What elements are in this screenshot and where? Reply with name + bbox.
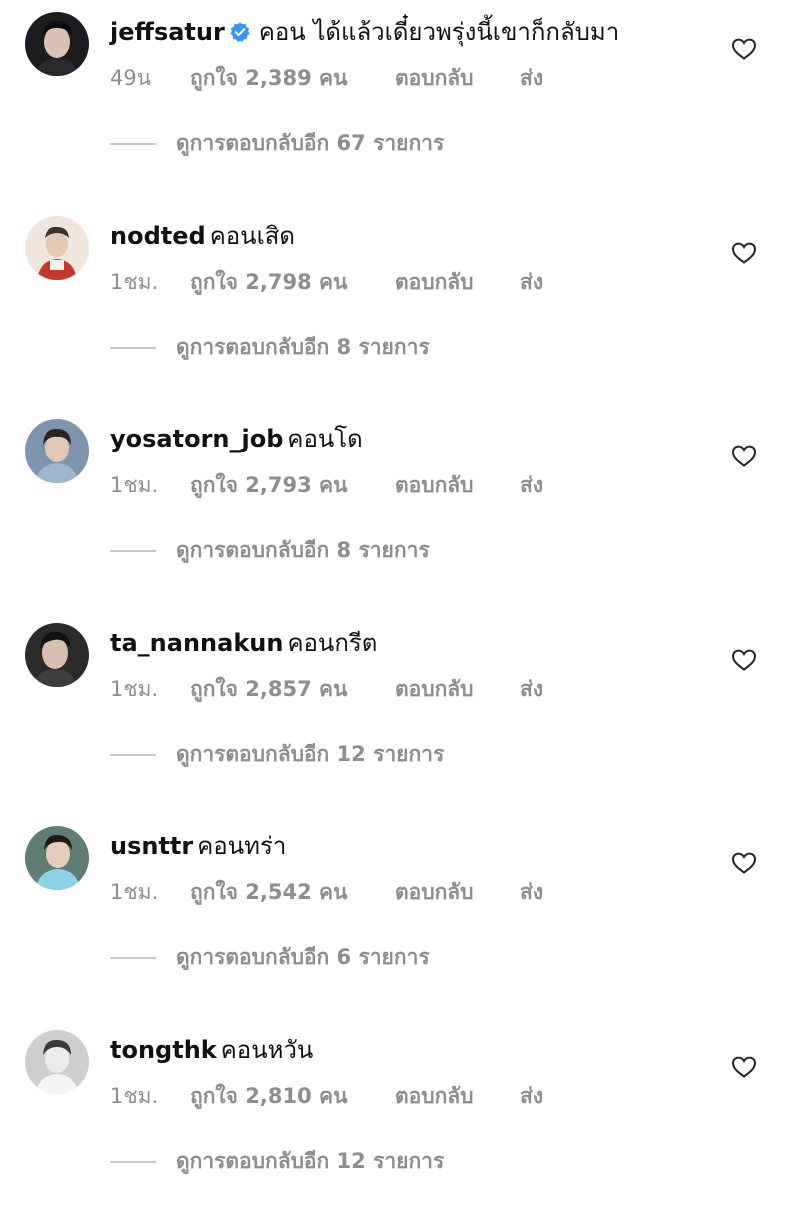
view-replies-label: ดูการตอบกลับอีก 67 รายการ	[176, 131, 445, 155]
comment-username[interactable]: usnttr	[110, 832, 193, 860]
like-count[interactable]: ถูกใจ 2,857 คน	[190, 674, 347, 704]
replies-divider	[110, 957, 156, 959]
heart-outline-icon[interactable]	[731, 241, 757, 265]
send-button[interactable]: ส่ง	[520, 1081, 543, 1111]
heart-outline-icon[interactable]	[731, 444, 757, 468]
view-replies-button[interactable]: ดูการตอบกลับอีก 8 รายการ	[110, 535, 430, 565]
comment-line: yosatorn_job คอนโด	[110, 421, 363, 457]
comment-text: คอนกรีต	[287, 629, 378, 657]
like-count[interactable]: ถูกใจ 2,810 คน	[190, 1081, 347, 1111]
comment-item: usnttr คอนทร่า 1ชม. ถูกใจ 2,542 คน ตอบกลั…	[0, 814, 802, 1018]
avatar[interactable]	[25, 623, 89, 687]
comment-text: คอนหวัน	[220, 1036, 314, 1064]
comment-item: tongthk คอนหวัน 1ชม. ถูกใจ 2,810 คน ตอบกล…	[0, 1018, 802, 1222]
comment-text: คอนทร่า	[197, 832, 287, 860]
like-count[interactable]: ถูกใจ 2,793 คน	[190, 470, 347, 500]
view-replies-button[interactable]: ดูการตอบกลับอีก 8 รายการ	[110, 332, 430, 362]
comment-time: 1ชม.	[110, 270, 159, 294]
view-replies-button[interactable]: ดูการตอบกลับอีก 67 รายการ	[110, 128, 444, 158]
view-replies-button[interactable]: ดูการตอบกลับอีก 12 รายการ	[110, 739, 444, 769]
heart-outline-icon[interactable]	[731, 37, 757, 61]
send-button[interactable]: ส่ง	[520, 674, 543, 704]
comment-username[interactable]: jeffsatur	[110, 18, 225, 46]
comment-list: jeffsatur คอน ได้แล้วเดี๋ยวพรุ่งนี้เขาก็ก…	[0, 0, 802, 1200]
reply-button[interactable]: ตอบกลับ	[395, 877, 474, 907]
comment-time: 1ชม.	[110, 880, 159, 904]
reply-button[interactable]: ตอบกลับ	[395, 674, 474, 704]
comment-time: 1ชม.	[110, 677, 159, 701]
send-button[interactable]: ส่ง	[520, 877, 543, 907]
heart-outline-icon[interactable]	[731, 648, 757, 672]
comment-line: nodted คอนเสิด	[110, 218, 295, 254]
reply-button[interactable]: ตอบกลับ	[395, 470, 474, 500]
comment-line: ta_nannakun คอนกรีต	[110, 625, 377, 661]
avatar[interactable]	[25, 1030, 89, 1094]
comment-line: jeffsatur คอน ได้แล้วเดี๋ยวพรุ่งนี้เขาก็ก…	[110, 14, 619, 50]
like-count[interactable]: ถูกใจ 2,389 คน	[190, 63, 347, 93]
view-replies-label: ดูการตอบกลับอีก 8 รายการ	[176, 335, 430, 359]
comment-text: คอนโด	[287, 425, 363, 453]
avatar[interactable]	[25, 826, 89, 890]
send-button[interactable]: ส่ง	[520, 63, 543, 93]
comment-item: ta_nannakun คอนกรีต 1ชม. ถูกใจ 2,857 คน ต…	[0, 611, 802, 815]
like-count[interactable]: ถูกใจ 2,798 คน	[190, 267, 347, 297]
view-replies-label: ดูการตอบกลับอีก 6 รายการ	[176, 945, 430, 969]
avatar[interactable]	[25, 216, 89, 280]
reply-button[interactable]: ตอบกลับ	[395, 63, 474, 93]
avatar[interactable]	[25, 12, 89, 76]
like-count[interactable]: ถูกใจ 2,542 คน	[190, 877, 347, 907]
comment-item: yosatorn_job คอนโด 1ชม. ถูกใจ 2,793 คน ตอ…	[0, 407, 802, 611]
replies-divider	[110, 550, 156, 552]
view-replies-label: ดูการตอบกลับอีก 12 รายการ	[176, 742, 445, 766]
comment-line: tongthk คอนหวัน	[110, 1032, 313, 1068]
comment-item: jeffsatur คอน ได้แล้วเดี๋ยวพรุ่งนี้เขาก็ก…	[0, 0, 802, 204]
view-replies-label: ดูการตอบกลับอีก 12 รายการ	[176, 1149, 445, 1173]
replies-divider	[110, 1161, 156, 1163]
view-replies-label: ดูการตอบกลับอีก 8 รายการ	[176, 538, 430, 562]
comment-text: คอน ได้แล้วเดี๋ยวพรุ่งนี้เขาก็กลับมา	[258, 18, 620, 46]
verified-badge-icon	[229, 21, 251, 43]
comment-time: 1ชม.	[110, 1084, 159, 1108]
comment-time: 1ชม.	[110, 473, 159, 497]
comment-time: 49น	[110, 66, 152, 90]
comment-username[interactable]: ta_nannakun	[110, 629, 283, 657]
replies-divider	[110, 754, 156, 756]
comment-text: คอนเสิด	[209, 222, 295, 250]
comment-line: usnttr คอนทร่า	[110, 828, 286, 864]
replies-divider	[110, 347, 156, 349]
reply-button[interactable]: ตอบกลับ	[395, 1081, 474, 1111]
heart-outline-icon[interactable]	[731, 851, 757, 875]
reply-button[interactable]: ตอบกลับ	[395, 267, 474, 297]
send-button[interactable]: ส่ง	[520, 267, 543, 297]
heart-outline-icon[interactable]	[731, 1055, 757, 1079]
send-button[interactable]: ส่ง	[520, 470, 543, 500]
replies-divider	[110, 143, 156, 145]
avatar[interactable]	[25, 419, 89, 483]
view-replies-button[interactable]: ดูการตอบกลับอีก 12 รายการ	[110, 1146, 444, 1176]
comment-username[interactable]: yosatorn_job	[110, 425, 283, 453]
comment-username[interactable]: tongthk	[110, 1036, 217, 1064]
view-replies-button[interactable]: ดูการตอบกลับอีก 6 รายการ	[110, 942, 430, 972]
comment-item: nodted คอนเสิด 1ชม. ถูกใจ 2,798 คน ตอบกลั…	[0, 204, 802, 408]
comment-username[interactable]: nodted	[110, 222, 206, 250]
